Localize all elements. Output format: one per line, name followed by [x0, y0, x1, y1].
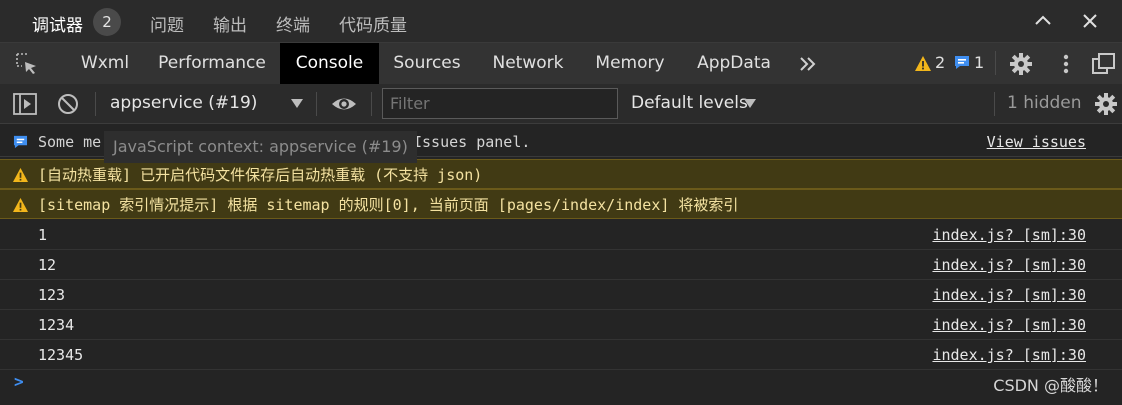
divider — [316, 92, 317, 116]
console-log-row: 12345 index.js? [sm]:30 — [0, 340, 1122, 370]
divider — [994, 92, 995, 116]
devtools-tabbar: Wxml Performance Console Sources Network… — [0, 43, 1122, 84]
console-settings-icon[interactable] — [1093, 91, 1119, 117]
console-log-row: 1234 index.js? [sm]:30 — [0, 310, 1122, 340]
info-text-end: Issues panel. — [413, 133, 531, 151]
panel-tab-terminal[interactable]: 终端 — [276, 11, 310, 36]
filter-input[interactable] — [382, 88, 618, 119]
log-text: 123 — [38, 286, 66, 304]
toggle-sidebar-icon[interactable] — [12, 91, 38, 117]
close-icon[interactable] — [1080, 11, 1100, 31]
info-text-start: Some me — [38, 133, 102, 151]
panel-tab-code-quality[interactable]: 代码质量 — [339, 11, 407, 36]
warning-text: [自动热重载] 已开启代码文件保存后自动热重载 (不支持 json) — [38, 166, 483, 184]
source-link[interactable]: index.js? [sm]:30 — [932, 220, 1086, 250]
chevron-up-icon[interactable] — [1033, 11, 1053, 31]
message-icon — [955, 56, 969, 69]
context-select[interactable]: appservice (#19) — [110, 93, 257, 113]
console-toolbar: appservice (#19) Default levels 1 hidden — [0, 84, 1122, 124]
console-log-row: 12 index.js? [sm]:30 — [0, 250, 1122, 280]
context-tooltip: JavaScript context: appservice (#19) — [104, 131, 417, 163]
tab-memory[interactable]: Memory — [586, 43, 674, 84]
panel-tabbar: 调试器 2 问题 输出 终端 代码质量 — [0, 0, 1122, 43]
warning-icon — [12, 197, 29, 213]
log-text: 12345 — [38, 346, 84, 364]
gear-icon[interactable] — [1008, 51, 1034, 77]
console-log-row: 123 index.js? [sm]:30 — [0, 280, 1122, 310]
log-text: 12 — [38, 256, 57, 274]
tab-sources[interactable]: Sources — [383, 43, 471, 84]
warning-icon — [915, 56, 931, 71]
tab-wxml[interactable]: Wxml — [65, 43, 145, 84]
prompt-chevron-icon: > — [14, 372, 24, 391]
watermark: CSDN @酸酸！ — [993, 376, 1108, 395]
message-icon — [13, 135, 28, 149]
divider — [995, 51, 996, 75]
undock-icon[interactable] — [1091, 51, 1117, 77]
divider — [371, 92, 372, 116]
more-tabs-icon[interactable] — [795, 51, 821, 77]
log-levels-dropdown[interactable]: Default levels — [631, 93, 748, 113]
inspect-element-icon[interactable] — [14, 51, 40, 77]
tab-console[interactable]: Console — [280, 43, 379, 84]
eye-icon[interactable] — [331, 91, 357, 117]
panel-tab-problems[interactable]: 问题 — [150, 11, 184, 36]
source-link[interactable]: index.js? [sm]:30 — [932, 280, 1086, 310]
console-prompt[interactable]: > — [0, 370, 900, 400]
console-warning-message: [sitemap 索引情况提示] 根据 sitemap 的规则[0], 当前页面… — [0, 189, 1122, 219]
tab-performance[interactable]: Performance — [147, 43, 277, 84]
view-issues-link[interactable]: View issues — [987, 127, 1086, 157]
messages-count[interactable]: 1 — [974, 53, 984, 72]
source-link[interactable]: index.js? [sm]:30 — [932, 310, 1086, 340]
divider — [95, 92, 96, 116]
tab-network[interactable]: Network — [480, 43, 576, 84]
warnings-count[interactable]: 2 — [935, 53, 945, 72]
panel-tab-debugger[interactable]: 调试器 — [32, 11, 83, 36]
source-link[interactable]: index.js? [sm]:30 — [932, 340, 1086, 370]
warning-text: [sitemap 索引情况提示] 根据 sitemap 的规则[0], 当前页面… — [38, 196, 739, 214]
caret-down-icon[interactable] — [744, 99, 756, 109]
clear-console-icon[interactable] — [55, 91, 81, 117]
console-log-row: 1 index.js? [sm]:30 — [0, 220, 1122, 250]
panel-badge: 2 — [93, 8, 121, 36]
tab-appdata[interactable]: AppData — [690, 43, 778, 84]
hidden-count: 1 hidden — [1007, 93, 1082, 113]
more-vertical-icon[interactable] — [1053, 51, 1079, 77]
warning-icon — [12, 167, 29, 183]
caret-down-icon[interactable] — [291, 99, 303, 109]
log-text: 1 — [38, 226, 48, 244]
console-warning-message: [自动热重载] 已开启代码文件保存后自动热重载 (不支持 json) — [0, 159, 1122, 189]
log-text: 1234 — [38, 316, 75, 334]
panel-tab-output[interactable]: 输出 — [213, 11, 247, 36]
source-link[interactable]: index.js? [sm]:30 — [932, 250, 1086, 280]
